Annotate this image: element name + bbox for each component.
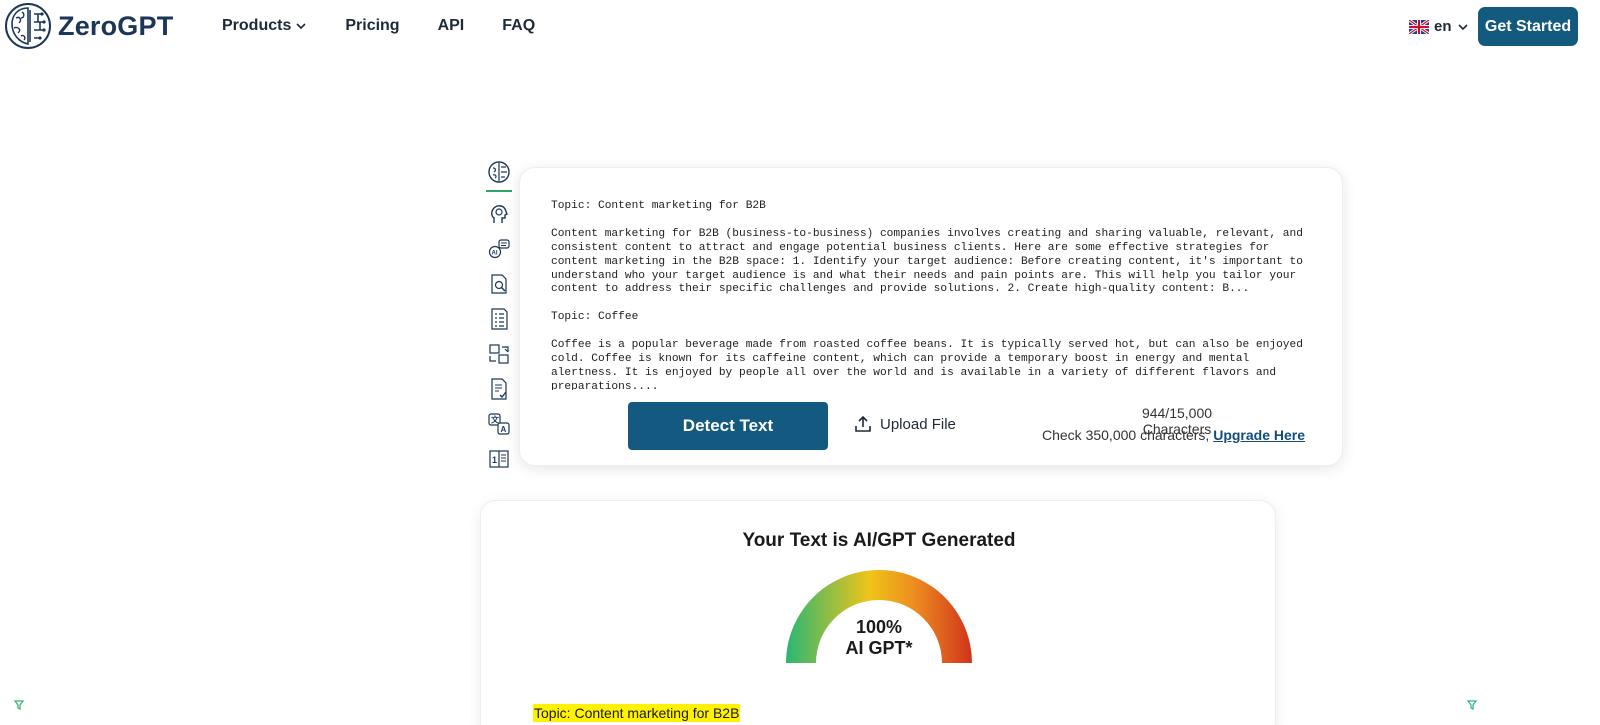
translate-icon: 文A — [488, 413, 510, 435]
gauge-readout: 100% AI GPT* — [784, 617, 974, 659]
word-counter-icon: 1 — [489, 450, 509, 468]
svg-text:文: 文 — [491, 415, 500, 425]
upload-icon — [855, 415, 871, 432]
main-nav: Products Pricing API FAQ — [222, 17, 535, 35]
tool-ai-chat[interactable]: AI — [486, 236, 512, 262]
tool-summarizer[interactable] — [486, 306, 512, 332]
svg-text:A: A — [501, 425, 507, 434]
brand-name: ZeroGPT — [58, 10, 174, 41]
tool-translator[interactable]: 文A — [486, 411, 512, 437]
upgrade-notice: Check 350,000 characters, Upgrade Here — [1042, 427, 1305, 443]
result-card: Your Text is AI/GPT Generated 100% AI GP… — [480, 500, 1276, 725]
document-list-icon — [491, 308, 508, 330]
nav-products-label: Products — [222, 17, 292, 34]
result-title: Your Text is AI/GPT Generated — [742, 530, 1016, 551]
tool-ai-humanizer[interactable] — [486, 201, 512, 227]
input-card: Topic: Content marketing for B2B Content… — [519, 167, 1343, 466]
document-search-icon — [491, 274, 507, 294]
svg-text:1: 1 — [492, 455, 497, 465]
tool-sidebar: AI 文A 1 — [486, 158, 514, 481]
tool-paraphraser[interactable] — [486, 341, 512, 367]
brain-logo-icon — [5, 3, 51, 49]
input-paragraph: Topic: Coffee — [551, 311, 639, 324]
gauge-label: AI GPT* — [845, 638, 913, 658]
tool-grammar-checker[interactable] — [486, 376, 512, 402]
nav-products[interactable]: Products — [222, 17, 307, 35]
upgrade-link[interactable]: Upgrade Here — [1213, 427, 1305, 443]
tool-ai-detector[interactable] — [486, 158, 512, 192]
brain-icon — [488, 161, 510, 183]
nav-faq[interactable]: FAQ — [502, 17, 535, 35]
get-started-button[interactable]: Get Started — [1478, 7, 1578, 46]
svg-text:AI: AI — [492, 251, 498, 257]
language-code: en — [1434, 18, 1452, 35]
paraphrase-icon — [489, 344, 509, 364]
chevron-down-icon — [296, 23, 306, 30]
nav-api[interactable]: API — [438, 17, 465, 35]
tool-word-counter[interactable]: 1 — [486, 446, 512, 472]
upload-file-button[interactable]: Upload File — [854, 415, 956, 433]
nav-pricing[interactable]: Pricing — [345, 17, 399, 35]
language-selector[interactable]: en — [1409, 18, 1469, 35]
filter-icon — [14, 700, 24, 710]
head-ai-icon — [491, 205, 508, 223]
upload-file-label: Upload File — [880, 415, 956, 433]
chevron-down-icon — [1457, 23, 1468, 30]
document-check-icon — [491, 378, 507, 400]
detect-text-button[interactable]: Detect Text — [628, 402, 828, 450]
input-paragraph: Coffee is a popular beverage made from r… — [551, 339, 1303, 390]
highlighted-ai-text: Topic: Content marketing for B2B — [533, 704, 741, 722]
upgrade-prefix: Check 350,000 characters, — [1042, 427, 1214, 443]
logo[interactable]: ZeroGPT — [4, 2, 173, 50]
gauge-percent: 100% — [855, 617, 903, 637]
ai-chat-icon: AI — [488, 239, 510, 259]
filter-icon — [1467, 700, 1477, 710]
header: ZeroGPT Products Pricing API FAQ en Get … — [0, 0, 1600, 54]
uk-flag-icon — [1409, 19, 1429, 34]
input-paragraph: Content marketing for B2B (business-to-b… — [551, 227, 1303, 296]
text-input[interactable]: Topic: Content marketing for B2B Content… — [551, 200, 1311, 390]
input-paragraph: Topic: Content marketing for B2B — [551, 200, 766, 212]
tool-plagiarism[interactable] — [486, 271, 512, 297]
